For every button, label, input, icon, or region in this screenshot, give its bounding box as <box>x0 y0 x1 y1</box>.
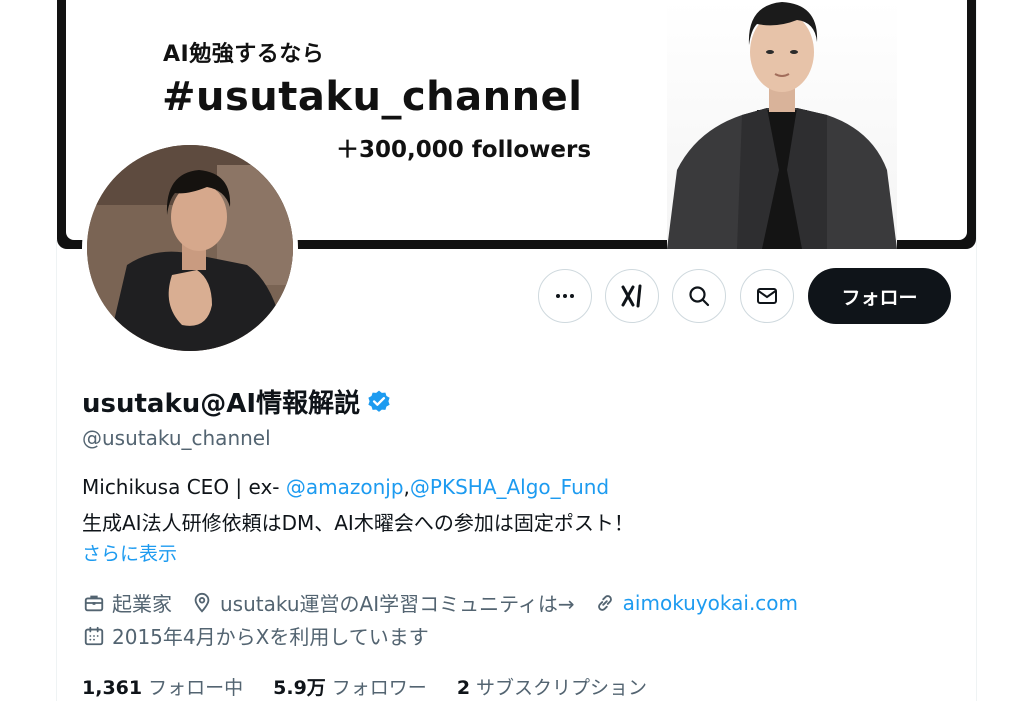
website-link[interactable]: aimokuyokai.com <box>623 591 798 615</box>
message-button[interactable] <box>740 269 794 323</box>
search-icon <box>689 286 710 307</box>
join-date-row: 2015年4月からXを利用しています <box>82 621 447 650</box>
grok-icon <box>621 284 642 308</box>
grok-button[interactable] <box>605 269 659 323</box>
website-item: aimokuyokai.com <box>593 591 798 615</box>
link-icon <box>593 591 617 615</box>
calendar-icon <box>82 624 106 648</box>
follow-button[interactable]: フォロー <box>808 268 951 324</box>
briefcase-icon <box>82 591 106 615</box>
following-label: フォロー中 <box>148 677 244 699</box>
more-horizontal-icon <box>556 294 574 298</box>
avatar-photo <box>87 145 293 351</box>
profession-text: 起業家 <box>112 592 172 616</box>
subscriptions-label: サブスクリプション <box>476 677 648 699</box>
banner-title: #usutaku_channel <box>162 74 583 120</box>
join-date-item: 2015年4月からXを利用しています <box>82 621 429 650</box>
followers-stat[interactable]: 5.9万 フォロワー <box>273 673 427 700</box>
followers-label: フォロワー <box>331 677 427 699</box>
banner-subtitle: AI勉強するなら <box>163 42 325 67</box>
profile-handle: @usutaku_channel <box>82 426 271 450</box>
more-button[interactable] <box>538 269 592 323</box>
profile-meta-row: 起業家 usutaku運営のAI学習コミュニティは→ aimokuyokai.c… <box>82 588 816 617</box>
banner-person-photo <box>667 0 897 249</box>
location-item: usutaku運営のAI学習コミュニティは→ <box>190 588 575 617</box>
column-divider-left <box>56 240 57 701</box>
follow-stats: 1,361 フォロー中 5.9万 フォロワー 2 サブスクリプション <box>82 673 677 700</box>
mail-icon <box>757 288 777 304</box>
bio-line-2: 生成AI法人研修依頼はDM、AI木曜会への参加は固定ポスト！ <box>82 511 634 535</box>
subscriptions-count: 2 <box>456 677 471 699</box>
bio-line-1: Michikusa CEO | ex- @amazonjp,@PKSHA_Alg… <box>82 475 609 499</box>
followers-count: 5.9万 <box>273 677 326 699</box>
banner-followers-text: ＋300,000 followers <box>336 137 592 163</box>
display-name: usutaku@AI情報解説 <box>82 389 361 419</box>
mention-pksha-link[interactable]: @PKSHA_Algo_Fund <box>410 475 609 499</box>
following-stat[interactable]: 1,361 フォロー中 <box>82 673 243 700</box>
show-more-link[interactable]: さらに表示 <box>82 539 177 566</box>
following-count: 1,361 <box>82 677 143 699</box>
profile-avatar[interactable] <box>82 140 298 356</box>
display-name-row: usutaku@AI情報解説 <box>82 383 392 420</box>
subscriptions-stat[interactable]: 2 サブスクリプション <box>457 673 647 700</box>
bio-text: Michikusa CEO | ex- <box>82 475 286 499</box>
mention-amazonjp-link[interactable]: @amazonjp <box>286 475 404 499</box>
verified-badge-icon[interactable] <box>366 389 392 415</box>
location-text: usutaku運営のAI学習コミュニティは→ <box>220 592 575 616</box>
profession-item: 起業家 <box>82 588 172 617</box>
column-divider-right <box>976 0 977 701</box>
join-date-text: 2015年4月からXを利用しています <box>112 625 429 649</box>
search-button[interactable] <box>672 269 726 323</box>
location-pin-icon <box>190 591 214 615</box>
